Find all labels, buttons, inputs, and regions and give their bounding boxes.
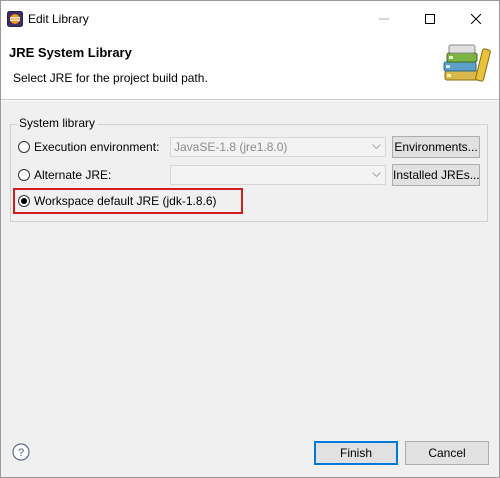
library-books-icon [443, 44, 491, 82]
chevron-down-icon [372, 144, 381, 150]
execution-environment-radio-row[interactable]: Execution environment: [18, 137, 159, 157]
execution-environment-combo-value: JavaSE-1.8 (jre1.8.0) [174, 140, 288, 154]
eclipse-icon [7, 11, 23, 27]
svg-text:?: ? [18, 447, 24, 459]
alternate-jre-combo[interactable] [170, 165, 386, 185]
edit-library-dialog: Edit Library JRE System Library Select J… [0, 0, 500, 478]
cancel-button[interactable]: Cancel [405, 441, 489, 465]
system-library-group-label: System library [17, 116, 98, 130]
environments-button[interactable]: Environments... [392, 136, 480, 158]
execution-environment-combo[interactable]: JavaSE-1.8 (jre1.8.0) [170, 137, 386, 157]
close-icon [471, 14, 481, 24]
title-bar: Edit Library [1, 1, 499, 37]
execution-environment-label: Execution environment: [34, 140, 160, 154]
header-description: Select JRE for the project build path. [13, 71, 208, 85]
chevron-down-icon [372, 172, 381, 178]
alternate-jre-label: Alternate JRE: [34, 168, 112, 182]
execution-environment-radio[interactable] [18, 141, 30, 153]
minimize-icon [379, 18, 389, 20]
finish-button[interactable]: Finish [314, 441, 398, 465]
header-separator-highlight [1, 100, 499, 101]
window-title: Edit Library [28, 12, 89, 26]
minimize-button[interactable] [361, 1, 407, 37]
close-button[interactable] [453, 1, 499, 37]
help-icon[interactable]: ? [12, 443, 30, 461]
alternate-jre-radio-row[interactable]: Alternate JRE: [18, 165, 111, 185]
annotation-highlight-box [13, 188, 243, 214]
dialog-header: JRE System Library Select JRE for the pr… [1, 37, 499, 99]
maximize-icon [425, 14, 435, 24]
installed-jres-button[interactable]: Installed JREs... [392, 164, 480, 186]
alternate-jre-radio[interactable] [18, 169, 30, 181]
header-title: JRE System Library [9, 45, 132, 60]
maximize-button[interactable] [407, 1, 453, 37]
